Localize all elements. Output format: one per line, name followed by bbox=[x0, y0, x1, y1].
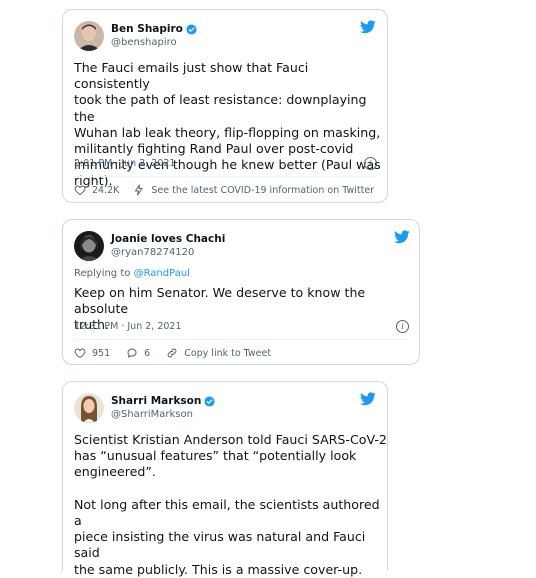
heart-icon bbox=[74, 348, 86, 359]
like-button[interactable]: 951 bbox=[74, 347, 110, 359]
author-handle[interactable]: @benshapiro bbox=[111, 37, 177, 48]
copy-link-text: Copy link to Tweet bbox=[184, 347, 272, 359]
twitter-bird-icon[interactable] bbox=[360, 20, 376, 34]
tweet-text: Scientist Kristian Anderson told Fauci S… bbox=[74, 432, 387, 577]
reply-to-link[interactable]: @RandPaul bbox=[134, 268, 190, 279]
author-name-text[interactable]: Joanie loves Chachi bbox=[111, 233, 225, 245]
reply-icon bbox=[127, 348, 137, 358]
author-handle[interactable]: @SharriMarkson bbox=[111, 409, 193, 420]
reply-count: 6 bbox=[144, 347, 151, 359]
replying-to: Replying to @RandPaul bbox=[74, 268, 190, 279]
like-count: 24.2K bbox=[92, 184, 120, 196]
author-name-text[interactable]: Sharri Markson bbox=[111, 395, 201, 407]
tweet-card-3[interactable]: Sharri Markson @SharriMarkson Scientist … bbox=[62, 381, 388, 577]
avatar[interactable] bbox=[74, 231, 104, 261]
twitter-bird-icon[interactable] bbox=[394, 230, 410, 244]
info-icon[interactable]: i bbox=[364, 157, 377, 170]
copy-link-button[interactable]: Copy link to Tweet bbox=[166, 347, 271, 359]
reply-button[interactable]: 6 bbox=[126, 347, 150, 359]
author-name[interactable]: Sharri Markson bbox=[111, 395, 215, 407]
tweet-timestamp[interactable]: 12:31 PM · Jun 2, 2021 bbox=[74, 321, 182, 332]
twitter-bird-icon[interactable] bbox=[360, 392, 376, 406]
verified-badge-icon bbox=[204, 395, 215, 407]
action-bar: 951 6 Copy link to Tweet bbox=[74, 347, 271, 359]
like-button[interactable]: 24.2K bbox=[74, 184, 119, 196]
covid-info-text: See the latest COVID-19 information on T… bbox=[151, 184, 375, 196]
tweet-timestamp[interactable]: 2:01 PM · Jun 2, 2021 bbox=[74, 158, 175, 169]
action-bar: 24.2K See the latest COVID-19 informatio… bbox=[74, 184, 374, 196]
link-icon bbox=[167, 348, 177, 358]
divider bbox=[74, 339, 408, 340]
bolt-icon bbox=[135, 184, 143, 196]
author-name-text[interactable]: Ben Shapiro bbox=[111, 23, 183, 35]
avatar[interactable] bbox=[74, 21, 104, 51]
heart-icon bbox=[74, 185, 86, 196]
like-count: 951 bbox=[92, 347, 111, 359]
author-name[interactable]: Joanie loves Chachi bbox=[111, 233, 225, 245]
reply-prefix: Replying to bbox=[74, 268, 131, 279]
tweet-card-1[interactable]: Ben Shapiro @benshapiro The Fauci emails… bbox=[62, 9, 388, 203]
avatar[interactable] bbox=[74, 393, 104, 423]
verified-badge-icon bbox=[186, 23, 197, 35]
info-icon[interactable]: i bbox=[396, 320, 409, 333]
tweet-card-2[interactable]: Joanie loves Chachi @ryan78274120 Replyi… bbox=[62, 219, 420, 365]
covid-info-link[interactable]: See the latest COVID-19 information on T… bbox=[133, 184, 374, 196]
tweet-text: The Fauci emails just show that Fauci co… bbox=[74, 60, 381, 189]
author-name[interactable]: Ben Shapiro bbox=[111, 23, 197, 35]
divider bbox=[74, 176, 376, 177]
author-handle[interactable]: @ryan78274120 bbox=[111, 247, 194, 258]
